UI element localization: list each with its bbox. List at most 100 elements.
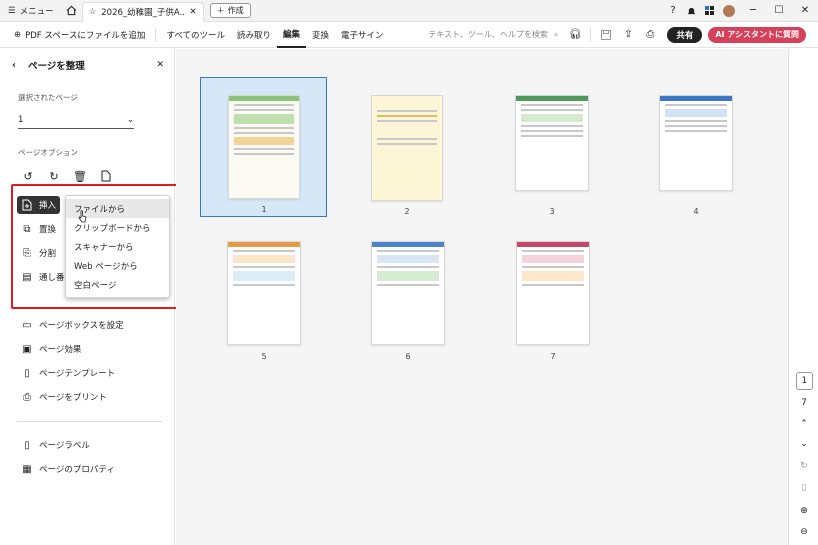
page-labels-button[interactable]: ▯ ページラベル [17, 436, 94, 454]
new-button[interactable]: ＋ 作成 [209, 3, 251, 18]
print-page-button[interactable]: ⎙ ページをプリント [17, 388, 111, 406]
page-effects-button[interactable]: ▣ ページ効果 [17, 340, 85, 358]
share-button[interactable]: 共有 [667, 26, 703, 43]
chevron-up-icon[interactable]: ⌃ [789, 417, 818, 431]
chevron-down-icon: ⌄ [126, 114, 134, 125]
text-line [665, 130, 727, 132]
set-page-box-label: ページボックスを設定 [39, 321, 124, 331]
page-number: 3 [549, 207, 555, 216]
add-label: PDF スペースにファイルを追加 [25, 30, 146, 41]
tab-read[interactable]: 読み取り [231, 22, 277, 48]
close-window-icon[interactable]: ✕ [792, 0, 818, 22]
insert-from-scanner[interactable]: スキャナーから [66, 237, 169, 256]
text-line [233, 284, 295, 286]
title-bar: ☰ メニュー ☆ 2026_幼稚園_子供A... ✕ ＋ 作成 ? ─ ☐ ✕ [0, 0, 818, 22]
document-tab[interactable]: ☆ 2026_幼稚園_子供A... ✕ [81, 1, 204, 22]
back-icon[interactable]: ‹ [12, 60, 28, 71]
apps-grid-icon[interactable] [700, 0, 718, 22]
help-icon[interactable]: ? [664, 0, 682, 22]
text-line [377, 284, 439, 286]
ai-assistant-button[interactable]: AI アシスタントに質問 [708, 26, 806, 43]
page-header-band [372, 242, 444, 247]
save-icon[interactable] [595, 22, 617, 48]
search-icon[interactable]: ⌕ [554, 30, 558, 40]
extract-page-icon[interactable] [98, 168, 114, 184]
tab-edit[interactable]: 編集 [276, 22, 306, 48]
upload-icon[interactable]: ⇪ [617, 22, 639, 48]
page-preview [371, 241, 445, 345]
search-placeholder: テキスト、ツール、ヘルプを検索 [428, 30, 548, 39]
zoom-in-icon[interactable]: ⊕ [789, 504, 818, 518]
rotate-left-icon[interactable]: ↺ [20, 168, 36, 184]
text-line [665, 120, 727, 122]
star-icon[interactable]: ☆ [89, 7, 97, 17]
menu-button[interactable]: ☰ メニュー [0, 0, 62, 22]
content-block [522, 255, 584, 263]
tab-all-tools[interactable]: すべてのツール [160, 22, 231, 48]
text-line [521, 104, 583, 106]
avatar[interactable] [723, 4, 735, 17]
right-rail: 1 7 ⌃ ⌄ ↻ ▯ ⊕ ⊖ [788, 49, 818, 545]
search-bar[interactable]: テキスト、ツール、ヘルプを検索 ⌕ [428, 22, 564, 48]
set-page-box-button[interactable]: ▭ ページボックスを設定 [17, 316, 128, 334]
text-line [377, 143, 437, 145]
page-preview [515, 95, 589, 191]
tab-title: 2026_幼稚園_子供A... [101, 8, 185, 18]
tab-convert[interactable]: 変換 [306, 22, 335, 48]
tab-e-sign[interactable]: 電子サイン [335, 22, 390, 48]
close-panel-icon[interactable]: ✕ [156, 60, 164, 70]
maximize-icon[interactable]: ☐ [766, 0, 792, 22]
refresh-icon[interactable]: ↻ [789, 459, 818, 473]
zoom-out-icon[interactable]: ⊖ [789, 525, 818, 539]
text-line [233, 250, 295, 252]
add-to-pdf-space-button[interactable]: ⊕ PDF スペースにファイルを追加 [0, 22, 151, 48]
new-label: 作成 [227, 6, 244, 15]
page-properties-button[interactable]: ▦ ページのプロパティ [17, 460, 119, 478]
page-number: 4 [693, 207, 699, 216]
bell-icon[interactable] [682, 0, 700, 22]
print-icon: ⎙ [23, 391, 31, 403]
page-preview [371, 95, 443, 201]
trash-icon[interactable]: 🗑︎ [72, 168, 88, 184]
page-effects-icon: ▣ [22, 343, 32, 355]
page-options-label: ページオプション [18, 148, 78, 157]
page-template-icon: ▯ [24, 367, 30, 379]
page-preview [228, 95, 300, 199]
minimize-icon[interactable]: ─ [740, 0, 766, 22]
page-labels-label: ページラベル [39, 441, 90, 451]
page-thumbnails-area: 1 2 3 4 5 6 7 [176, 49, 788, 545]
page-number: 6 [405, 352, 411, 361]
chevron-down-icon[interactable]: ⌄ [789, 437, 818, 451]
insert-from-web-page[interactable]: Web ページから [66, 256, 169, 275]
content-block [522, 271, 584, 281]
current-page-input[interactable]: 1 [796, 372, 813, 390]
page-properties-label: ページのプロパティ [39, 465, 115, 475]
print-icon[interactable]: ⎙ [639, 22, 661, 48]
page-label-icon: ▯ [24, 439, 30, 451]
content-block [665, 109, 727, 117]
text-line [234, 104, 294, 106]
home-icon[interactable] [62, 0, 82, 22]
page-header-band [516, 96, 588, 101]
text-line [665, 104, 727, 106]
insert-blank-page[interactable]: 空白ページ [66, 275, 169, 294]
page-option-icons: ↺ ↻ 🗑︎ [20, 168, 114, 184]
toolbar-divider [590, 27, 592, 42]
page-template-button[interactable]: ▯ ページテンプレート [17, 364, 119, 382]
page-header-band [228, 242, 300, 247]
content-block [377, 271, 439, 281]
fit-page-icon[interactable]: ▯ [789, 481, 818, 495]
panel-title: ページを整理 [28, 61, 85, 72]
page-effects-label: ページ効果 [39, 345, 82, 355]
page-preview [659, 95, 733, 191]
text-line [233, 266, 295, 268]
selected-page-dropdown[interactable]: 1 ⌄ [18, 111, 134, 129]
close-tab-icon[interactable]: ✕ [190, 7, 197, 17]
page-preview [516, 241, 590, 345]
menu-label: メニュー [19, 6, 54, 17]
rotate-right-icon[interactable]: ↻ [46, 168, 62, 184]
headphones-icon[interactable]: 🎧︎ [564, 22, 586, 48]
content-block [521, 114, 583, 122]
page-header-band [229, 96, 299, 101]
content-block [233, 255, 295, 263]
